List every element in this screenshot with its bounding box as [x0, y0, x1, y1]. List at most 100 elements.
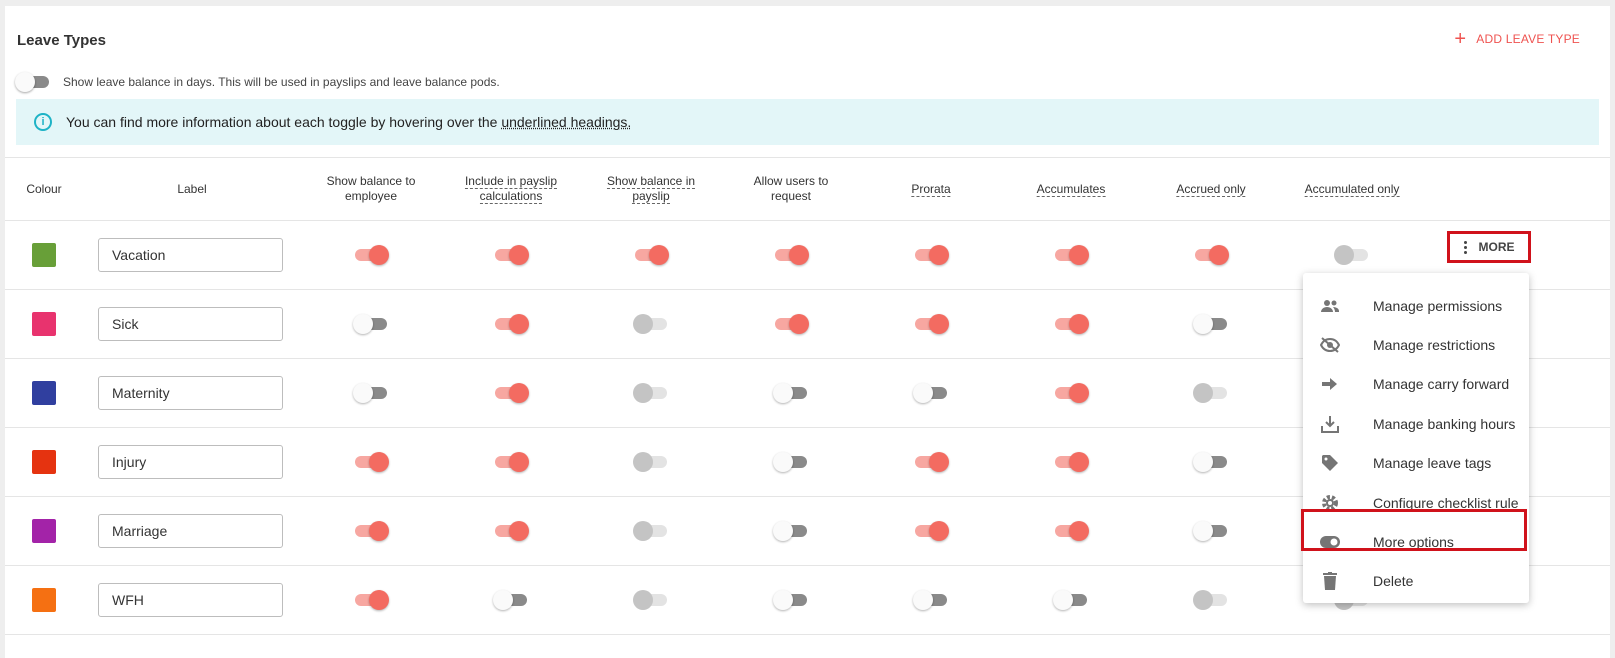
toggle-switch[interactable]	[493, 383, 529, 403]
toggle-switch[interactable]	[1053, 314, 1089, 334]
toggle-switch[interactable]	[633, 590, 669, 610]
colour-swatch[interactable]	[32, 519, 56, 543]
toggle-switch[interactable]	[633, 452, 669, 472]
label-input[interactable]: Vacation	[98, 238, 283, 272]
toggle-switch[interactable]	[353, 245, 389, 265]
menu-item[interactable]: Manage restrictions	[1303, 325, 1529, 364]
toggle-switch[interactable]	[773, 590, 809, 610]
add-leave-type-label: ADD LEAVE TYPE	[1476, 32, 1580, 46]
toggle-switch[interactable]	[1193, 590, 1229, 610]
toggle-switch[interactable]	[633, 245, 669, 265]
leave-types-card: Leave Types + ADD LEAVE TYPE Show leave …	[5, 6, 1610, 658]
toggle-switch[interactable]	[913, 383, 949, 403]
menu-item-label: Manage carry forward	[1373, 376, 1510, 393]
toggle-switch[interactable]	[913, 314, 949, 334]
toggle-switch[interactable]	[493, 521, 529, 541]
add-leave-type-button[interactable]: + ADD LEAVE TYPE	[1454, 28, 1580, 50]
toggle-switch[interactable]	[1053, 383, 1089, 403]
label-input[interactable]: Maternity	[98, 376, 283, 410]
toggle-switch[interactable]	[1193, 245, 1229, 265]
toggle-switch[interactable]	[1053, 245, 1089, 265]
col-accumulates: Accumulates	[1036, 182, 1106, 197]
menu-item-label: Manage restrictions	[1373, 336, 1496, 353]
label-input[interactable]: Sick	[98, 307, 283, 341]
menu-item[interactable]: Delete	[1303, 562, 1529, 601]
toggle-switch[interactable]	[1053, 590, 1089, 610]
info-banner: i You can find more information about ea…	[16, 99, 1599, 145]
toggle-switch[interactable]	[1053, 452, 1089, 472]
label-input[interactable]: Injury	[98, 445, 283, 479]
toggle-switch[interactable]	[773, 314, 809, 334]
menu-item-label: More options	[1373, 533, 1454, 550]
menu-item[interactable]: More options	[1303, 522, 1529, 561]
row-divider	[5, 634, 1610, 635]
menu-item[interactable]: Manage banking hours	[1303, 404, 1529, 443]
col-allow-request: Allow users to request	[753, 174, 829, 203]
label-input[interactable]: Marriage	[98, 514, 283, 548]
colour-swatch[interactable]	[32, 381, 56, 405]
toggle-switch[interactable]	[493, 314, 529, 334]
info-text: You can find more information about each…	[66, 114, 502, 130]
tag-icon	[1320, 453, 1340, 473]
page-title: Leave Types	[17, 32, 106, 49]
toggle-switch[interactable]	[353, 452, 389, 472]
toggle-switch[interactable]	[493, 245, 529, 265]
col-include-payslip: Include in payslip calculations	[464, 174, 558, 204]
col-show-balance-payslip: Show balance in payslip	[606, 174, 696, 204]
toggle-switch[interactable]	[353, 590, 389, 610]
balance-in-days-toggle[interactable]	[15, 72, 51, 92]
menu-item-label: Manage banking hours	[1373, 415, 1516, 432]
toggle-switch[interactable]	[1193, 521, 1229, 541]
balance-in-days-row: Show leave balance in days. This will be…	[15, 72, 500, 92]
menu-item-label: Delete	[1373, 573, 1414, 590]
people-icon	[1320, 296, 1340, 316]
toggle-switch[interactable]	[913, 521, 949, 541]
toggle-switch[interactable]	[1193, 314, 1229, 334]
menu-item-label: Manage leave tags	[1373, 455, 1492, 472]
colour-swatch[interactable]	[32, 588, 56, 612]
menu-item[interactable]: Manage permissions	[1303, 286, 1529, 325]
toggle-switch[interactable]	[913, 452, 949, 472]
col-accrued-only: Accrued only	[1176, 182, 1246, 197]
toggle-switch[interactable]	[493, 590, 529, 610]
plus-icon: +	[1454, 28, 1467, 50]
trash-icon	[1320, 571, 1340, 591]
toggle-switch[interactable]	[913, 590, 949, 610]
colour-swatch[interactable]	[32, 450, 56, 474]
toggle-switch[interactable]	[493, 452, 529, 472]
toggle-switch[interactable]	[633, 521, 669, 541]
menu-item[interactable]: Manage leave tags	[1303, 444, 1529, 483]
toggle-switch[interactable]	[633, 383, 669, 403]
col-accumulated-only: Accumulated only	[1304, 182, 1400, 197]
toggle-switch[interactable]	[773, 245, 809, 265]
info-link: underlined headings.	[501, 114, 632, 130]
toggle-switch[interactable]	[773, 383, 809, 403]
toggle-switch[interactable]	[773, 521, 809, 541]
more-button[interactable]: MORE	[1447, 231, 1531, 263]
toggle-icon	[1320, 532, 1340, 552]
toggle-switch[interactable]	[913, 245, 949, 265]
toggle-switch[interactable]	[773, 452, 809, 472]
divider	[5, 157, 1610, 158]
more-menu: Manage permissions Manage restrictions Man…	[1303, 273, 1529, 603]
menu-item[interactable]: Configure checklist rule	[1303, 483, 1529, 522]
label-input[interactable]: WFH	[98, 583, 283, 617]
eye-off-icon	[1320, 335, 1340, 355]
col-label: Label	[177, 182, 207, 196]
toggle-switch[interactable]	[1193, 452, 1229, 472]
toggle-switch[interactable]	[353, 314, 389, 334]
toggle-switch[interactable]	[353, 521, 389, 541]
toggle-switch[interactable]	[1193, 383, 1229, 403]
divider	[5, 220, 1610, 221]
menu-item-label: Manage permissions	[1373, 297, 1503, 314]
download-icon	[1320, 414, 1340, 434]
colour-swatch[interactable]	[32, 312, 56, 336]
toggle-switch[interactable]	[1334, 245, 1370, 265]
gear-icon	[1320, 493, 1340, 513]
col-prorata: Prorata	[911, 182, 951, 197]
colour-swatch[interactable]	[32, 243, 56, 267]
toggle-switch[interactable]	[1053, 521, 1089, 541]
toggle-switch[interactable]	[633, 314, 669, 334]
menu-item[interactable]: Manage carry forward	[1303, 365, 1529, 404]
toggle-switch[interactable]	[353, 383, 389, 403]
